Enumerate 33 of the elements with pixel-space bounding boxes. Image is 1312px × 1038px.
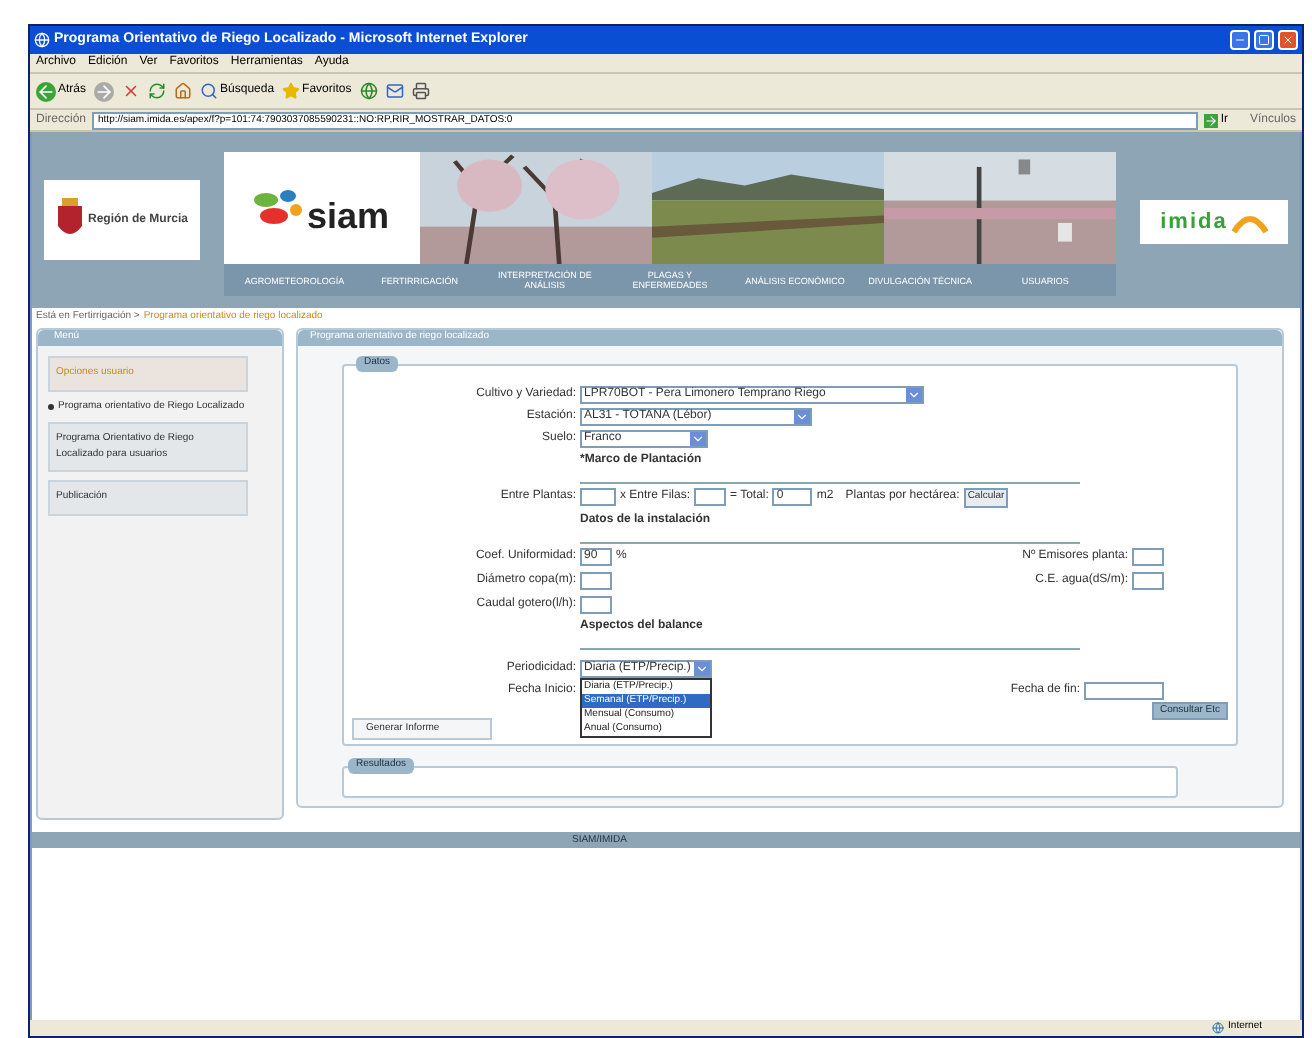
stop-icon[interactable]	[122, 82, 141, 100]
maximize-button[interactable]	[1254, 30, 1274, 50]
star-icon	[282, 82, 301, 100]
input-field[interactable]	[1132, 571, 1164, 589]
media-icon[interactable]	[359, 82, 378, 100]
go-arrow-icon	[1204, 113, 1219, 127]
browser-icon	[34, 32, 50, 48]
arc-icon	[1231, 210, 1268, 234]
minimize-button[interactable]	[1230, 30, 1250, 50]
home-icon[interactable]	[174, 82, 193, 100]
search-icon	[200, 82, 219, 100]
minimize-icon	[1234, 34, 1246, 46]
refresh-icon[interactable]	[148, 82, 167, 100]
siam-logo: siam	[224, 152, 420, 264]
input-field[interactable]	[694, 488, 727, 507]
forward-icon[interactable]	[94, 81, 115, 101]
dropdown-arrow-icon	[690, 432, 706, 446]
dropdown-arrow-icon	[906, 388, 922, 402]
input-field[interactable]	[1132, 547, 1164, 565]
dropdown-arrow-icon	[794, 410, 810, 424]
input-field[interactable]	[580, 595, 612, 613]
dots-icon	[254, 190, 303, 226]
print-icon[interactable]	[411, 82, 430, 100]
maximize-icon	[1258, 34, 1270, 46]
globe-icon	[1212, 1022, 1225, 1034]
mail-icon[interactable]	[385, 82, 404, 100]
input-field[interactable]	[580, 571, 612, 589]
input-field[interactable]	[580, 488, 616, 507]
close-button[interactable]	[1278, 30, 1298, 50]
imida-logo: imida	[1140, 200, 1288, 244]
bullet-icon	[48, 403, 54, 410]
input-field[interactable]	[1084, 681, 1164, 699]
close-icon	[1282, 34, 1294, 46]
